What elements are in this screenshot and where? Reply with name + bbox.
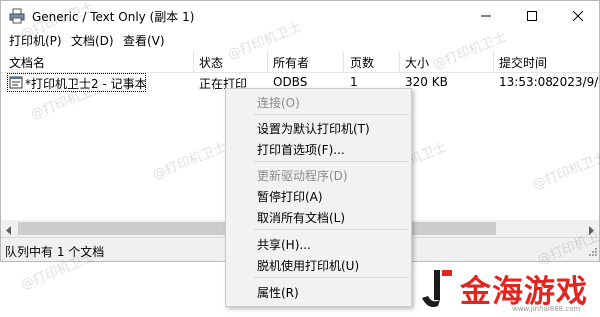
column-divider[interactable]	[193, 51, 194, 73]
menu-item-connect[interactable]: 连接(O)	[257, 94, 300, 111]
column-status[interactable]: 状态	[199, 54, 223, 71]
menu-separator	[254, 114, 409, 115]
minimize-icon	[481, 15, 491, 16]
logo-mark-icon	[420, 268, 456, 315]
column-pages[interactable]: 页数	[350, 54, 374, 71]
menu-separator	[254, 229, 409, 230]
printer-icon	[9, 8, 25, 24]
menu-item-pause[interactable]: 暂停打印(A)	[257, 188, 323, 205]
brand-logo: 金海游戏 www.jinhai888.com	[420, 266, 598, 316]
menu-item-set-default[interactable]: 设置为默认打印机(T)	[257, 120, 370, 137]
menu-item-offline[interactable]: 脱机使用打印机(U)	[257, 257, 359, 274]
job-pages: 1	[350, 75, 358, 89]
menu-item-preferences[interactable]: 打印首选项(F)...	[257, 141, 345, 158]
column-document-name[interactable]: 文档名	[9, 54, 45, 71]
document-icon	[9, 75, 23, 89]
menu-item-share[interactable]: 共享(H)...	[257, 236, 311, 253]
menu-separator	[254, 277, 409, 278]
column-header: 文档名 状态 所有者 页数 大小 提交时间	[1, 51, 599, 73]
logo-url: www.jinhai888.com	[512, 305, 581, 313]
column-divider[interactable]	[399, 51, 400, 73]
minimize-button[interactable]	[463, 1, 509, 30]
scroll-left-icon[interactable]	[5, 224, 13, 238]
menu-separator	[254, 161, 409, 162]
maximize-button[interactable]	[509, 1, 555, 30]
job-time: 13:53:08	[499, 75, 553, 89]
menu-document[interactable]: 文档(D)	[71, 32, 114, 49]
column-submitted[interactable]: 提交时间	[499, 54, 547, 71]
menu-item-update-driver[interactable]: 更新驱动程序(D)	[257, 167, 348, 184]
maximize-icon	[527, 10, 537, 21]
close-button[interactable]	[555, 1, 600, 30]
column-owner[interactable]: 所有者	[273, 54, 309, 71]
column-size[interactable]: 大小	[405, 54, 429, 71]
job-owner: ODBS	[273, 75, 308, 89]
close-icon	[573, 10, 583, 21]
menu-view[interactable]: 查看(V)	[123, 32, 165, 49]
menu-item-cancel-all[interactable]: 取消所有文档(L)	[257, 209, 345, 226]
menu-item-properties[interactable]: 属性(R)	[257, 284, 299, 301]
job-size: 320 KB	[405, 75, 448, 89]
column-divider[interactable]	[267, 51, 268, 73]
context-menu: 连接(O) 设置为默认打印机(T) 打印首选项(F)... 更新驱动程序(D) …	[225, 88, 412, 307]
job-date: 2023/9/	[552, 75, 599, 89]
column-divider[interactable]	[343, 51, 344, 73]
column-divider[interactable]	[493, 51, 494, 73]
